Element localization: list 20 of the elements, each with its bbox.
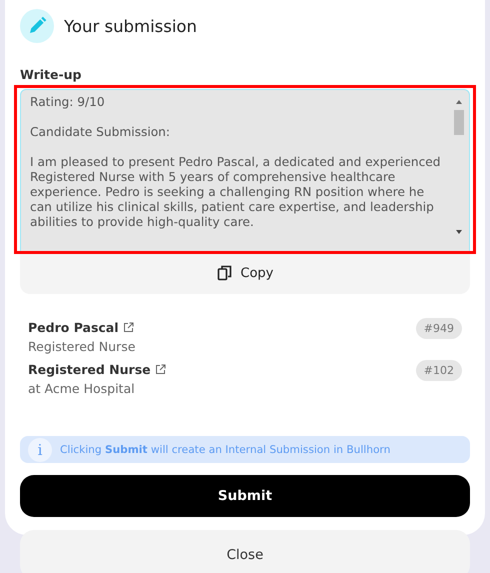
record-subtitle: at Acme Hospital bbox=[28, 381, 136, 396]
write-up-text: I am pleased to present Pedro Pascal, a dedicated and experienced Registered Nurse with 5 years of comprehensive healthcare experience. Pedro is seeking a challenging RN position where he can utilize his clinical skills, patient care expertise, and leadership abilities to provide high-quality care. bbox=[30, 155, 442, 230]
info-text: Clicking Submit will create an Internal Submission in Bullhorn bbox=[60, 444, 390, 456]
copy-button[interactable]: Copy bbox=[20, 252, 470, 294]
record-link[interactable]: Registered Nurse bbox=[28, 362, 151, 378]
field-label: Write-up bbox=[20, 67, 83, 82]
copy-icon bbox=[216, 265, 232, 282]
id-badge: #102 bbox=[416, 360, 462, 382]
pencil-icon bbox=[20, 9, 54, 43]
record-subtitle: Registered Nurse bbox=[28, 339, 136, 354]
id-badge: #949 bbox=[416, 318, 462, 340]
write-up-text: Rating: 9/10 bbox=[30, 95, 106, 110]
record-link[interactable]: Pedro Pascal bbox=[28, 320, 119, 336]
dialog-title: Your submission bbox=[64, 16, 197, 36]
info-icon: i bbox=[28, 438, 52, 462]
external-link-icon[interactable] bbox=[154, 364, 166, 376]
submit-button[interactable]: Submit bbox=[20, 475, 470, 517]
close-button[interactable]: Close bbox=[20, 530, 470, 573]
write-up-text: Candidate Submission: bbox=[30, 125, 172, 140]
external-link-icon[interactable] bbox=[122, 322, 134, 334]
